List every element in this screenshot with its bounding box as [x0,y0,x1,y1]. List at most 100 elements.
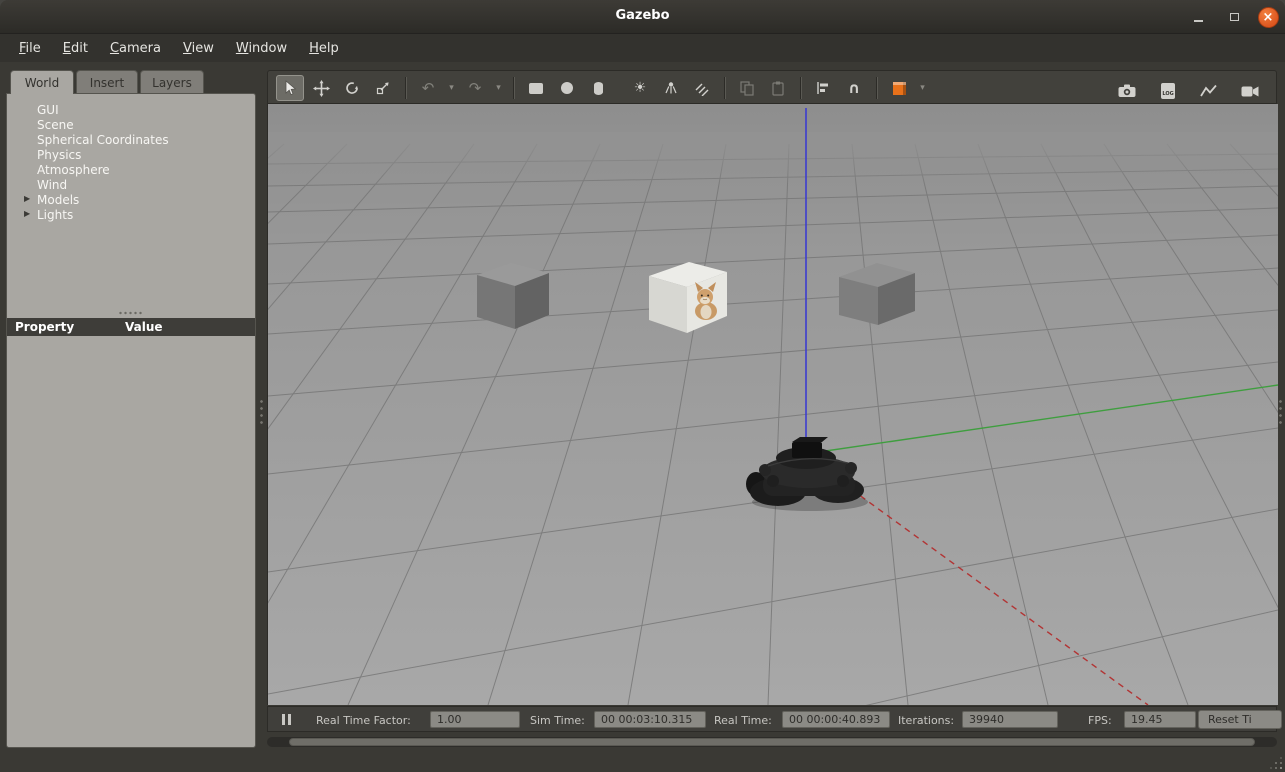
reset-time-button[interactable]: Reset Ti [1198,710,1282,729]
viewport-area: ↶ ▾ ↷ ▾ ☀ [267,70,1277,748]
snap-button[interactable]: ∩ [840,75,868,101]
value-column-header: Value [125,320,163,334]
plot-line-icon [1200,84,1218,98]
world-tree: GUI Scene Spherical Coordinates Physics … [7,102,255,222]
expand-arrow-icon[interactable]: ▶ [24,194,30,203]
tab-world[interactable]: World [10,70,74,94]
menu-camera[interactable]: Camera [99,36,172,61]
plot-button[interactable] [1195,78,1223,104]
spot-light-icon [663,80,679,96]
viewport-3d[interactable] [267,104,1277,705]
menu-edit[interactable]: Edit [52,36,99,61]
view-angle-cube-icon [893,82,906,95]
sphere-icon [561,82,573,94]
sim-time-label: Sim Time: [530,714,585,727]
box-icon [529,83,543,94]
tree-item-scene[interactable]: Scene [7,117,255,132]
copy-button[interactable] [733,75,761,101]
fps-label: FPS: [1088,714,1112,727]
menubar: File Edit Camera View Window Help [0,34,1285,62]
rotate-tool-button[interactable] [338,75,366,101]
point-light-icon: ☀ [634,81,647,95]
pause-button[interactable] [274,710,298,729]
sim-time-value: 00 00:03:10.315 [594,711,706,728]
horizon-fade [268,132,1278,187]
insert-sphere-button[interactable] [553,75,581,101]
select-tool-button[interactable] [276,75,304,101]
tab-layers[interactable]: Layers [140,70,204,94]
expand-arrow-icon[interactable]: ▶ [24,209,30,218]
scale-icon [375,80,391,96]
point-light-button[interactable]: ☀ [626,75,654,101]
toolbar-separator [800,77,801,99]
menu-help[interactable]: Help [298,36,350,61]
view-angle-menu-button[interactable]: ▾ [916,75,929,101]
tree-item-models[interactable]: ▶Models [7,192,255,207]
iterations-label: Iterations: [898,714,954,727]
tree-item-wind[interactable]: Wind [7,177,255,192]
redo-icon: ↷ [469,81,482,96]
scrollbar-thumb[interactable] [289,738,1255,746]
right-resize-handle[interactable] [1278,398,1283,426]
real-time-value: 00 00:00:40.893 [782,711,890,728]
scene-background [268,104,1278,705]
video-record-button[interactable] [1236,78,1264,104]
minimize-button[interactable] [1187,6,1209,28]
screenshot-button[interactable] [1113,78,1141,104]
titlebar[interactable]: Gazebo × [0,0,1285,34]
tree-item-physics[interactable]: Physics [7,147,255,162]
undo-icon: ↶ [422,81,435,96]
tree-item-lights[interactable]: ▶Lights [7,207,255,222]
toolbar-separator [724,77,725,99]
property-table-header: Property Value [7,318,255,336]
insert-box-button[interactable] [522,75,550,101]
maximize-button[interactable] [1223,6,1245,28]
video-camera-icon [1241,85,1259,98]
spot-light-button[interactable] [657,75,685,101]
panel-resize-handle[interactable] [259,398,264,426]
rotate-icon [344,80,360,96]
gazebo-window: Gazebo × File Edit Camera View Window He… [0,0,1285,772]
tab-insert[interactable]: Insert [76,70,138,94]
insert-cylinder-button[interactable] [584,75,612,101]
camera-icon [1118,84,1136,98]
close-button[interactable]: × [1257,6,1279,28]
gray-cube-left[interactable] [477,263,549,329]
copy-icon [739,80,755,96]
scale-tool-button[interactable] [369,75,397,101]
align-icon [815,80,831,96]
close-icon: × [1258,7,1279,28]
toolbar-separator [513,77,514,99]
view-angle-button[interactable] [885,75,913,101]
real-time-factor-label: Real Time Factor: [316,714,411,727]
log-record-button[interactable]: LOG [1154,78,1182,104]
redo-history-button[interactable]: ▾ [492,75,505,101]
paste-icon [770,80,786,96]
property-column-header: Property [7,320,125,334]
tree-item-spherical[interactable]: Spherical Coordinates [7,132,255,147]
undo-history-button[interactable]: ▾ [445,75,458,101]
minimize-icon [1194,20,1203,22]
world-panel-body: GUI Scene Spherical Coordinates Physics … [6,93,256,748]
redo-button[interactable]: ↷ [461,75,489,101]
paste-button[interactable] [764,75,792,101]
chevron-down-icon: ▾ [920,84,925,93]
tree-item-atmosphere[interactable]: Atmosphere [7,162,255,177]
window-resize-grip[interactable] [1269,756,1283,770]
statusbar: Real Time Factor: 1.00 Sim Time: 00 00:0… [267,706,1277,732]
translate-tool-button[interactable] [307,75,335,101]
directional-light-button[interactable] [688,75,716,101]
undo-button[interactable]: ↶ [414,75,442,101]
cylinder-icon [594,82,603,95]
toolbar-separator [876,77,877,99]
viewport-toolbar: ↶ ▾ ↷ ▾ ☀ [267,70,1277,104]
align-button[interactable] [809,75,837,101]
menu-window[interactable]: Window [225,36,298,61]
window-title: Gazebo [0,8,1285,23]
horizontal-scrollbar[interactable] [267,737,1277,747]
tree-item-gui[interactable]: GUI [7,102,255,117]
panel-splitter-handle[interactable] [118,311,144,315]
menu-file[interactable]: File [8,36,52,61]
menu-view[interactable]: View [172,36,225,61]
snap-magnet-icon: ∩ [848,81,860,96]
